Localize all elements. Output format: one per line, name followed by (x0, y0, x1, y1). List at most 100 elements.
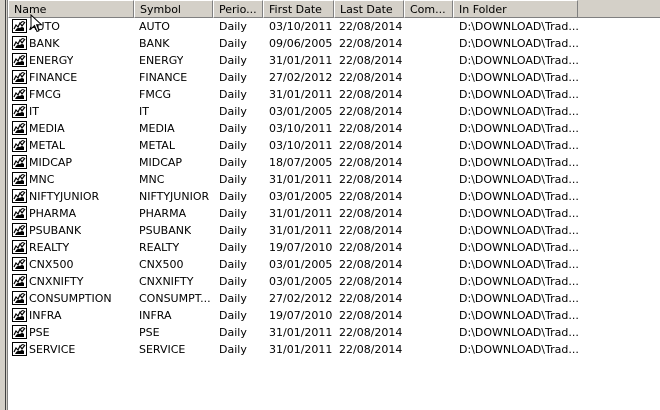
name-cell: MEDIA (29, 122, 65, 135)
table-row[interactable]: ENERGY ENERGY Daily 31/01/2011 22/08/2014 D:\… (8, 52, 660, 69)
name-cell: CNXNIFTY (29, 275, 84, 288)
symbol-cell: PSE (139, 326, 160, 339)
name-cell: IT (29, 105, 39, 118)
table-row[interactable]: MNC MNC Daily 31/01/2011 22/08/2014 D:\DOWNLO… (8, 171, 660, 188)
table-row[interactable]: BANK BANK Daily 09/06/2005 22/08/2014 D:\DOWN… (8, 35, 660, 52)
in-folder-cell: D:\DOWNLOAD\Trad... (459, 190, 579, 203)
periodicity-cell: Daily (219, 122, 247, 135)
mouse-pointer-icon (30, 14, 43, 33)
first-date-cell: 31/01/2011 (269, 88, 333, 101)
column-header-symbol[interactable]: Symbol (134, 0, 213, 18)
table-row[interactable]: PSE PSE Daily 31/01/2011 22/08/2014 D:\DOWNLO… (8, 324, 660, 341)
symbol-cell: ENERGY (139, 54, 184, 67)
name-cell: SERVICE (29, 343, 76, 356)
first-date-cell: 27/02/2012 (269, 71, 333, 84)
last-date-cell: 22/08/2014 (339, 88, 403, 101)
column-header-comment[interactable]: Com... (404, 0, 453, 18)
last-date-cell: 22/08/2014 (339, 105, 403, 118)
name-cell: PHARMA (29, 207, 77, 220)
in-folder-cell: D:\DOWNLOAD\Trad... (459, 54, 579, 67)
bull-chart-icon (12, 53, 27, 67)
bull-chart-icon (12, 87, 27, 101)
in-folder-cell: D:\DOWNLOAD\Trad... (459, 309, 579, 322)
table-row[interactable]: NIFTYJUNIOR NIFTYJUNIOR Daily 03/01/2005 22/… (8, 188, 660, 205)
first-date-cell: 31/01/2011 (269, 173, 333, 186)
first-date-cell: 03/01/2005 (269, 190, 333, 203)
bull-chart-icon (12, 240, 27, 254)
last-date-cell: 22/08/2014 (339, 326, 403, 339)
periodicity-cell: Daily (219, 292, 247, 305)
first-date-cell: 03/10/2011 (269, 122, 333, 135)
first-date-cell: 31/01/2011 (269, 224, 333, 237)
in-folder-cell: D:\DOWNLOAD\Trad... (459, 139, 579, 152)
table-row[interactable]: INFRA INFRA Daily 19/07/2010 22/08/2014 D:\DO… (8, 307, 660, 324)
last-date-cell: 22/08/2014 (339, 20, 403, 33)
name-cell: FMCG (29, 88, 62, 101)
bull-chart-icon (12, 274, 27, 288)
symbol-cell: NIFTYJUNIOR (139, 190, 210, 203)
last-date-cell: 22/08/2014 (339, 207, 403, 220)
in-folder-cell: D:\DOWNLOAD\Trad... (459, 292, 579, 305)
bull-chart-icon (12, 36, 27, 50)
periodicity-cell: Daily (219, 54, 247, 67)
name-cell: PSUBANK (29, 224, 82, 237)
last-date-cell: 22/08/2014 (339, 258, 403, 271)
table-row[interactable]: FINANCE FINANCE Daily 27/02/2012 22/08/2014 D… (8, 69, 660, 86)
table-row[interactable]: PSUBANK PSUBANK Daily 31/01/2011 22/08/2014 D… (8, 222, 660, 239)
first-date-cell: 19/07/2010 (269, 241, 333, 254)
table-row[interactable]: AUTO AUTO Daily 03/10/2011 22/08/2014 D:\DOWN… (8, 18, 660, 35)
table-row[interactable]: CNXNIFTY CNXNIFTY Daily 03/01/2005 22/08/201… (8, 273, 660, 290)
last-date-cell: 22/08/2014 (339, 224, 403, 237)
table-row[interactable]: METAL METAL Daily 03/10/2011 22/08/2014 D:\DO… (8, 137, 660, 154)
name-cell: ENERGY (29, 54, 74, 67)
name-cell: INFRA (29, 309, 62, 322)
column-header-last-date[interactable]: Last Date (334, 0, 404, 18)
bull-chart-icon (12, 155, 27, 169)
name-cell: CONSUMPTION (29, 292, 112, 305)
first-date-cell: 03/10/2011 (269, 20, 333, 33)
window-left-border (0, 0, 8, 410)
first-date-cell: 18/07/2005 (269, 156, 333, 169)
periodicity-cell: Daily (219, 139, 247, 152)
first-date-cell: 27/02/2012 (269, 292, 333, 305)
periodicity-cell: Daily (219, 71, 247, 84)
table-row[interactable]: PHARMA PHARMA Daily 31/01/2011 22/08/2014 D:\… (8, 205, 660, 222)
name-cell: NIFTYJUNIOR (29, 190, 100, 203)
symbol-cell: CONSUMPT... (139, 292, 211, 305)
column-header-periodicity[interactable]: Perio... (213, 0, 263, 18)
bull-chart-icon (12, 138, 27, 152)
table-row[interactable]: FMCG FMCG Daily 31/01/2011 22/08/2014 D:\DOWN… (8, 86, 660, 103)
table-row[interactable]: MIDCAP MIDCAP Daily 18/07/2005 22/08/2014 D:\… (8, 154, 660, 171)
first-date-cell: 03/10/2011 (269, 139, 333, 152)
name-cell: FINANCE (29, 71, 78, 84)
last-date-cell: 22/08/2014 (339, 122, 403, 135)
periodicity-cell: Daily (219, 309, 247, 322)
column-header-first-date[interactable]: First Date (263, 0, 334, 18)
symbol-cell: INFRA (139, 309, 172, 322)
column-header-in-folder[interactable]: In Folder (453, 0, 578, 18)
name-cell: MIDCAP (29, 156, 73, 169)
table-row[interactable]: CONSUMPTION CONSUMPT... Daily 27/02/2012 22/… (8, 290, 660, 307)
last-date-cell: 22/08/2014 (339, 190, 403, 203)
in-folder-cell: D:\DOWNLOAD\Trad... (459, 20, 579, 33)
table-row[interactable]: CNX500 CNX500 Daily 03/01/2005 22/08/2014 D:\… (8, 256, 660, 273)
security-list-view[interactable]: Name Symbol Perio... First Date Last Dat… (8, 0, 660, 410)
first-date-cell: 31/01/2011 (269, 207, 333, 220)
symbol-cell: IT (139, 105, 149, 118)
table-row[interactable]: SERVICE SERVICE Daily 31/01/2011 22/08/2014 D… (8, 341, 660, 358)
in-folder-cell: D:\DOWNLOAD\Trad... (459, 156, 579, 169)
first-date-cell: 03/01/2005 (269, 105, 333, 118)
first-date-cell: 31/01/2011 (269, 343, 333, 356)
column-header-name[interactable]: Name (8, 0, 134, 18)
name-cell: REALTY (29, 241, 70, 254)
periodicity-cell: Daily (219, 207, 247, 220)
last-date-cell: 22/08/2014 (339, 139, 403, 152)
bull-chart-icon (12, 308, 27, 322)
bull-chart-icon (12, 325, 27, 339)
bull-chart-icon (12, 206, 27, 220)
table-row[interactable]: MEDIA MEDIA Daily 03/10/2011 22/08/2014 D:\DO… (8, 120, 660, 137)
last-date-cell: 22/08/2014 (339, 156, 403, 169)
table-row[interactable]: IT IT Daily 03/01/2005 22/08/2014 D:\DOWNLOAD… (8, 103, 660, 120)
table-row[interactable]: REALTY REALTY Daily 19/07/2010 22/08/2014 D:\… (8, 239, 660, 256)
in-folder-cell: D:\DOWNLOAD\Trad... (459, 343, 579, 356)
